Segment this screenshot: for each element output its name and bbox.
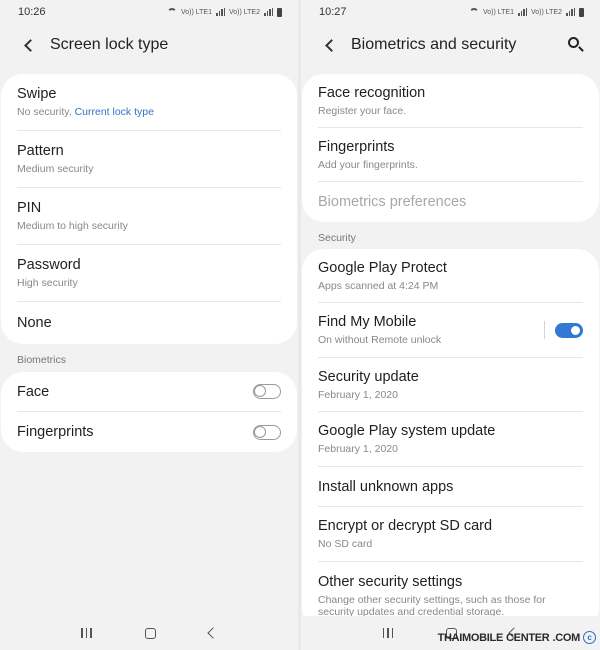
watermark-brand: THAIMOBILE bbox=[437, 631, 504, 644]
item-label: Other security settings bbox=[318, 574, 463, 590]
find-my-mobile-item[interactable]: Find My Mobile On without Remote unlock bbox=[318, 303, 583, 358]
item-desc: Register your face. bbox=[318, 104, 407, 117]
watermark-brand2: CENTER bbox=[506, 631, 550, 644]
volte-lte2-icon: Vo)) LTE2 bbox=[229, 8, 260, 16]
status-icons: Vo)) LTE1 Vo)) LTE2 bbox=[469, 7, 584, 17]
lock-type-label: Pattern bbox=[17, 143, 64, 159]
lock-type-desc: Medium to high security bbox=[17, 220, 128, 232]
biometrics-security-screen: 10:27 Vo)) LTE1 Vo)) LTE2 Biometrics and… bbox=[301, 0, 600, 650]
item-label: Face recognition bbox=[318, 84, 426, 101]
recent-apps-icon[interactable] bbox=[81, 628, 92, 638]
biometrics-preferences-item: Biometrics preferences bbox=[318, 182, 583, 222]
chevron-left-icon bbox=[23, 38, 37, 52]
item-label: Encrypt or decrypt SD card bbox=[318, 518, 493, 534]
lock-type-pattern[interactable]: Pattern Medium security bbox=[17, 131, 281, 188]
item-desc: February 1, 2020 bbox=[318, 443, 398, 455]
item-desc: Change other security settings, such as … bbox=[318, 594, 546, 618]
app-bar: Biometrics and security bbox=[301, 24, 600, 66]
page-title: Biometrics and security bbox=[351, 36, 517, 53]
volte-lte1-icon: Vo)) LTE1 bbox=[483, 8, 514, 16]
battery-icon bbox=[277, 7, 282, 17]
navigation-bar bbox=[0, 616, 298, 650]
wifi-icon bbox=[469, 8, 479, 16]
home-icon[interactable] bbox=[144, 627, 156, 639]
watermark-suffix: .COM bbox=[552, 631, 580, 644]
lock-type-desc: Medium security bbox=[17, 163, 94, 175]
biometric-fingerprints-row[interactable]: Fingerprints bbox=[17, 412, 281, 452]
status-bar: 10:27 Vo)) LTE1 Vo)) LTE2 bbox=[301, 0, 600, 24]
lock-type-swipe[interactable]: Swipe No security, Current lock type bbox=[17, 74, 281, 131]
lock-type-label: Swipe bbox=[17, 86, 57, 102]
biometrics-section-header: Biometrics bbox=[17, 354, 67, 366]
biometrics-card: Face recognition Register your face. Fin… bbox=[302, 74, 599, 222]
signal-1-icon bbox=[216, 8, 225, 16]
item-desc: On without Remote unlock bbox=[318, 334, 442, 346]
wifi-icon bbox=[167, 8, 177, 16]
divider bbox=[544, 321, 545, 339]
item-label: Biometrics preferences bbox=[318, 194, 467, 210]
chevron-left-icon bbox=[324, 38, 338, 52]
current-lock-type-link: Current lock type bbox=[74, 106, 154, 118]
google-play-protect-item[interactable]: Google Play Protect Apps scanned at 4:24… bbox=[318, 249, 583, 303]
back-button[interactable] bbox=[18, 35, 38, 55]
lock-type-pin[interactable]: PIN Medium to high security bbox=[17, 188, 281, 245]
lock-type-label: PIN bbox=[17, 200, 42, 216]
item-label: Security update bbox=[318, 368, 419, 385]
signal-2-icon bbox=[566, 8, 575, 16]
encrypt-sd-card-item[interactable]: Encrypt or decrypt SD card No SD card bbox=[318, 507, 583, 562]
face-toggle[interactable] bbox=[253, 384, 281, 399]
signal-2-icon bbox=[264, 8, 273, 16]
item-desc: Apps scanned at 4:24 PM bbox=[318, 279, 439, 292]
screen-lock-type-screen: 10:26 Vo)) LTE1 Vo)) LTE2 Screen lock ty… bbox=[0, 0, 298, 650]
lock-type-password[interactable]: Password High security bbox=[17, 245, 281, 302]
status-bar: 10:26 Vo)) LTE1 Vo)) LTE2 bbox=[0, 0, 298, 24]
item-label: Fingerprints bbox=[318, 138, 395, 155]
lock-type-none[interactable]: None bbox=[17, 302, 281, 344]
battery-icon bbox=[579, 7, 584, 17]
item-label: Google Play Protect bbox=[318, 259, 447, 276]
item-label: Google Play system update bbox=[318, 423, 496, 439]
copyright-icon: c bbox=[583, 631, 596, 644]
face-recognition-item[interactable]: Face recognition Register your face. bbox=[318, 74, 583, 128]
status-icons: Vo)) LTE1 Vo)) LTE2 bbox=[167, 7, 282, 17]
security-section-header: Security bbox=[318, 232, 356, 244]
biometric-label: Face bbox=[17, 383, 50, 400]
biometric-face-row[interactable]: Face bbox=[17, 372, 281, 412]
volte-lte2-icon: Vo)) LTE2 bbox=[531, 8, 562, 16]
item-desc: February 1, 2020 bbox=[318, 388, 398, 401]
lock-type-label: None bbox=[17, 315, 52, 331]
watermark: THAIMOBILE CENTER .COM c bbox=[438, 631, 596, 644]
biometrics-card: Face Fingerprints bbox=[1, 372, 297, 452]
security-card: Google Play Protect Apps scanned at 4:24… bbox=[302, 249, 599, 630]
status-time: 10:27 bbox=[319, 6, 347, 18]
status-time: 10:26 bbox=[18, 6, 46, 18]
security-update-item[interactable]: Security update February 1, 2020 bbox=[318, 358, 583, 412]
signal-1-icon bbox=[518, 8, 527, 16]
lock-type-desc: No security, bbox=[17, 106, 72, 118]
google-play-system-update-item[interactable]: Google Play system update February 1, 20… bbox=[318, 412, 583, 467]
item-desc: No SD card bbox=[318, 538, 373, 550]
lock-type-desc: High security bbox=[17, 277, 78, 289]
recent-apps-icon[interactable] bbox=[382, 628, 394, 638]
lock-types-card: Swipe No security, Current lock type Pat… bbox=[1, 74, 297, 344]
nav-back-icon[interactable] bbox=[206, 627, 219, 639]
fingerprints-toggle[interactable] bbox=[253, 424, 281, 440]
search-icon[interactable] bbox=[566, 35, 586, 55]
install-unknown-apps-item[interactable]: Install unknown apps bbox=[318, 467, 583, 507]
fingerprints-item[interactable]: Fingerprints Add your fingerprints. bbox=[318, 128, 583, 182]
item-label: Find My Mobile bbox=[318, 314, 417, 330]
find-my-mobile-toggle[interactable] bbox=[555, 322, 583, 338]
lock-type-label: Password bbox=[17, 257, 81, 273]
volte-lte1-icon: Vo)) LTE1 bbox=[181, 8, 212, 16]
app-bar: Screen lock type bbox=[0, 24, 298, 66]
item-label: Install unknown apps bbox=[318, 478, 454, 495]
biometric-label: Fingerprints bbox=[17, 424, 94, 440]
page-title: Screen lock type bbox=[50, 36, 169, 53]
back-button[interactable] bbox=[319, 35, 339, 55]
item-desc: Add your fingerprints. bbox=[318, 158, 418, 171]
